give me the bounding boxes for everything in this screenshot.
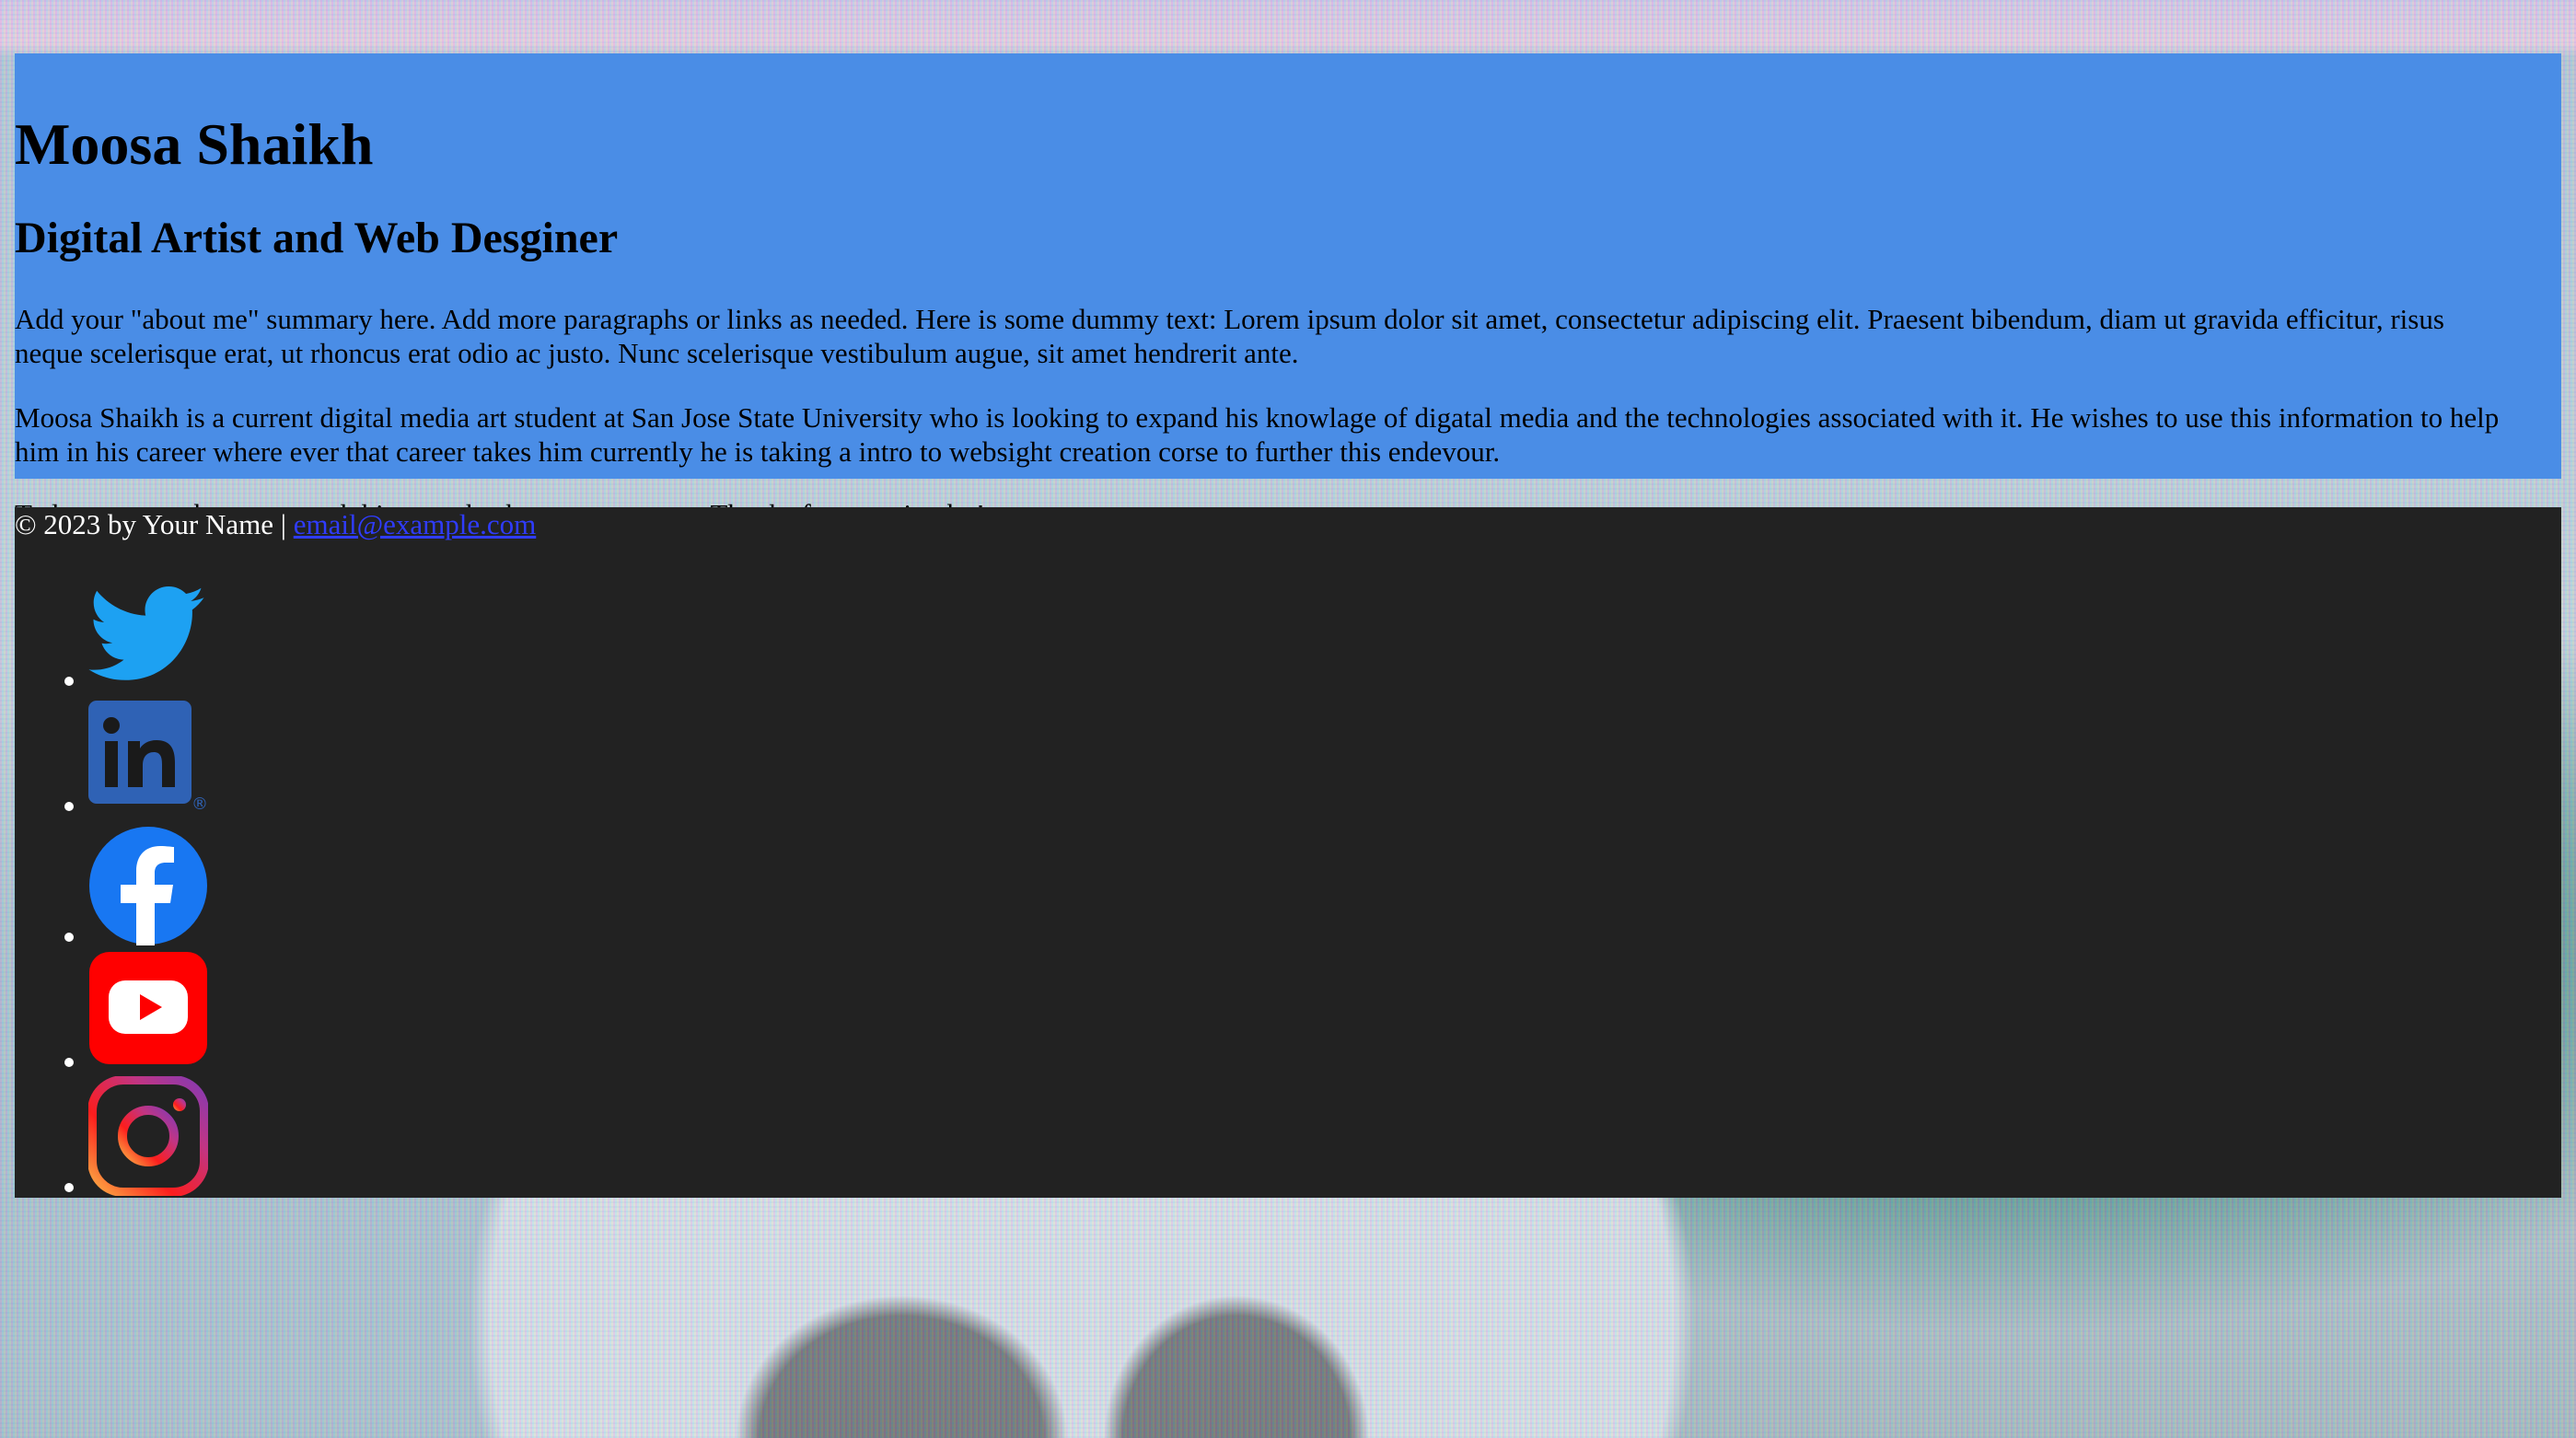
profile-name: Moosa Shaikh — [15, 111, 374, 177]
about-section: Moosa Shaikh Digital Artist and Web Desg… — [15, 53, 2561, 530]
main-content: Moosa Shaikh Digital Artist and Web Desg… — [15, 53, 2561, 530]
bio-paragraph: Moosa Shaikh is a current digital media … — [15, 401, 2500, 468]
footer-copyright: © 2023 by Your Name | email@example.com — [15, 507, 536, 541]
instagram-link[interactable] — [88, 1076, 223, 1196]
footer-email-link[interactable]: email@example.com — [294, 508, 537, 540]
instagram-icon — [88, 1076, 208, 1196]
facebook-link[interactable] — [88, 826, 223, 945]
summary-paragraph: Add your "about me" summary here. Add mo… — [15, 303, 2444, 369]
social-item-twitter[interactable] — [15, 575, 204, 701]
social-item-instagram[interactable] — [15, 1076, 208, 1201]
list-bullet — [64, 802, 74, 811]
profile-title: Digital Artist and Web Desginer — [15, 214, 619, 262]
profile-header: Moosa Shaikh — [15, 110, 373, 179]
registered-mark-icon: ® — [191, 794, 208, 814]
social-item-linkedin[interactable]: ® — [15, 701, 208, 826]
list-bullet — [64, 677, 74, 686]
footer: © 2023 by Your Name | email@example.com — [15, 507, 2561, 1198]
list-bullet — [64, 933, 74, 942]
twitter-link[interactable] — [88, 575, 223, 690]
youtube-icon — [89, 952, 207, 1064]
list-bullet — [64, 1058, 74, 1067]
facebook-icon — [89, 827, 207, 945]
twitter-icon — [88, 586, 204, 680]
social-item-youtube[interactable] — [15, 951, 207, 1076]
linkedin-icon — [88, 701, 191, 804]
list-bullet — [64, 1183, 74, 1192]
linkedin-link[interactable]: ® — [88, 701, 223, 815]
linkedin-mark-icon — [103, 717, 175, 787]
social-item-facebook[interactable] — [15, 826, 207, 951]
copyright-text: © 2023 by Your Name | — [15, 508, 294, 540]
youtube-link[interactable] — [88, 951, 223, 1065]
